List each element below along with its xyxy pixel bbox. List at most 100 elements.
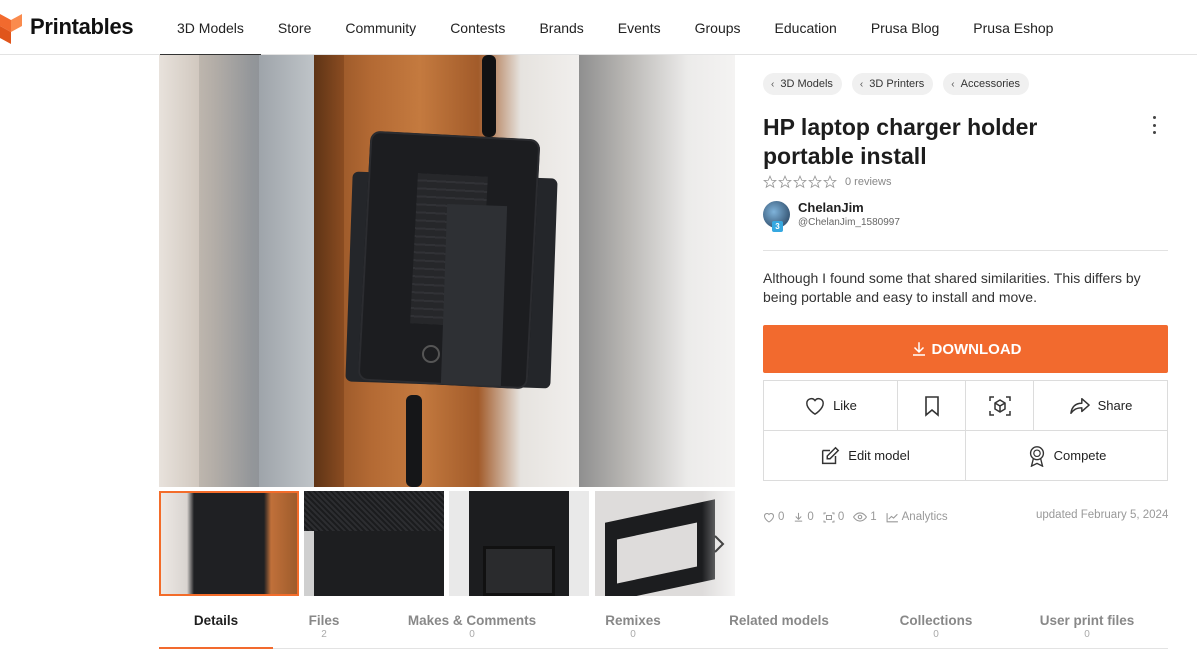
nav-store[interactable]: Store <box>261 0 328 55</box>
nav-brands[interactable]: Brands <box>522 0 600 55</box>
makes-icon <box>823 512 835 522</box>
tab-makes-comments[interactable]: Makes & Comments 0 <box>399 604 545 649</box>
thumbnail-strip <box>159 491 735 596</box>
tab-label: Collections <box>899 613 973 628</box>
breadcrumb-accessories[interactable]: ‹ Accessories <box>943 73 1029 95</box>
reviews-count[interactable]: 0 reviews <box>845 176 891 188</box>
gallery-next-button[interactable] <box>702 491 735 596</box>
breadcrumb-3d-printers[interactable]: ‹ 3D Printers <box>851 73 934 95</box>
makes-count: 0 <box>837 511 845 523</box>
main-model-image[interactable] <box>159 55 735 487</box>
chart-icon <box>886 512 898 522</box>
nav-contests[interactable]: Contests <box>433 0 522 55</box>
nav-education[interactable]: Education <box>758 0 854 55</box>
3d-cube-icon <box>988 395 1011 416</box>
star-icon <box>808 175 822 189</box>
star-icon <box>778 175 792 189</box>
compete-button[interactable]: Compete <box>966 431 1167 480</box>
image-blur-backdrop-left <box>159 55 314 487</box>
share-icon <box>1069 397 1090 414</box>
action-grid: Like Share Edit model Compete <box>763 380 1168 481</box>
tab-label: User print files <box>1039 613 1135 628</box>
edit-icon <box>822 446 840 464</box>
tab-collections[interactable]: Collections 0 <box>881 604 991 649</box>
thumbnail-3[interactable] <box>449 491 589 596</box>
chevron-left-icon: ‹ <box>951 78 955 90</box>
edit-model-label: Edit model <box>848 448 910 463</box>
star-icon <box>793 175 807 189</box>
hp-logo-icon <box>422 345 440 363</box>
tab-remixes[interactable]: Remixes 0 <box>583 604 683 649</box>
eye-icon <box>853 512 868 522</box>
author: 3 ChelanJim @ChelanJim_1580997 <box>763 200 900 232</box>
model-summary: Although I found some that shared simila… <box>763 270 1141 305</box>
model-stats: 0 0 0 1 Analytics <box>763 509 957 525</box>
nav-3d-models[interactable]: 3D Models <box>160 0 261 56</box>
thumbnail-1[interactable] <box>159 491 299 596</box>
views-count: 1 <box>870 511 877 523</box>
model-title: HP laptop charger holder portable instal… <box>763 114 1038 169</box>
stat-makes: 0 <box>823 511 844 523</box>
author-name[interactable]: ChelanJim <box>798 200 900 215</box>
stat-likes: 0 <box>763 511 784 523</box>
download-icon <box>912 342 925 356</box>
nav-events[interactable]: Events <box>601 0 678 55</box>
tab-count: 0 <box>1084 629 1090 640</box>
breadcrumb-label: 3D Printers <box>869 78 925 90</box>
main-nav: 3D Models Store Community Contests Brand… <box>160 0 1070 56</box>
author-level-badge: 3 <box>772 220 783 232</box>
share-button[interactable]: Share <box>1034 381 1167 431</box>
download-button[interactable]: DOWNLOAD <box>763 325 1168 373</box>
tab-details[interactable]: Details <box>159 604 273 649</box>
top-navigation: Printables 3D Models Store Community Con… <box>0 0 1197 56</box>
chevron-left-icon: ‹ <box>771 78 775 90</box>
tab-user-print-files[interactable]: User print files 0 <box>1027 604 1147 649</box>
nav-prusa-blog[interactable]: Prusa Blog <box>854 0 956 55</box>
tab-count: 0 <box>630 629 636 640</box>
author-handle: @ChelanJim_1580997 <box>798 217 900 228</box>
breadcrumb-label: 3D Models <box>780 78 833 90</box>
like-label: Like <box>833 398 857 413</box>
image-blur-backdrop-right <box>579 55 735 487</box>
tab-label: Makes & Comments <box>407 613 537 628</box>
analytics-label: Analytics <box>901 511 948 523</box>
breadcrumb-3d-models[interactable]: ‹ 3D Models <box>763 73 842 95</box>
analytics-link[interactable]: Analytics <box>886 511 948 523</box>
breadcrumb: ‹ 3D Models ‹ 3D Printers ‹ Accessories <box>763 73 1029 95</box>
nav-groups[interactable]: Groups <box>678 0 758 55</box>
share-label: Share <box>1097 398 1133 413</box>
printables-logo[interactable]: Printables <box>0 10 134 44</box>
compete-label: Compete <box>1053 448 1107 463</box>
tab-files[interactable]: Files 2 <box>273 604 375 649</box>
downloads-count: 0 <box>807 511 814 523</box>
download-icon <box>795 512 803 522</box>
download-label: DOWNLOAD <box>931 340 1022 358</box>
kebab-dot-icon <box>1152 116 1156 119</box>
breadcrumb-label: Accessories <box>960 78 1020 90</box>
printables-logo-icon <box>0 14 22 44</box>
heart-icon <box>806 397 824 415</box>
more-options-button[interactable] <box>1145 114 1163 136</box>
rating: 0 reviews <box>763 175 891 189</box>
edit-model-button[interactable]: Edit model <box>764 431 966 480</box>
rating-stars[interactable] <box>763 175 837 189</box>
kebab-dot-icon <box>1152 131 1156 134</box>
chevron-left-icon: ‹ <box>859 78 864 90</box>
bookmark-icon <box>924 395 939 417</box>
kebab-dot-icon <box>1152 123 1156 127</box>
bookmark-button[interactable] <box>898 381 966 431</box>
tab-count: 2 <box>321 629 327 640</box>
brand-name: Printables <box>30 14 134 39</box>
chevron-right-icon <box>713 534 724 553</box>
avatar[interactable]: 3 <box>763 200 790 232</box>
tab-count: 0 <box>933 629 939 640</box>
model-tabs: Details Files 2 Makes & Comments 0 Remix… <box>159 604 1168 649</box>
tab-label: Remixes <box>605 613 661 628</box>
nav-community[interactable]: Community <box>328 0 433 55</box>
tab-related-models[interactable]: Related models <box>719 604 839 649</box>
star-icon <box>763 175 777 189</box>
like-button[interactable]: Like <box>764 381 898 431</box>
3d-viewer-button[interactable] <box>966 381 1034 431</box>
nav-prusa-eshop[interactable]: Prusa Eshop <box>956 0 1070 55</box>
thumbnail-2[interactable] <box>304 491 444 596</box>
